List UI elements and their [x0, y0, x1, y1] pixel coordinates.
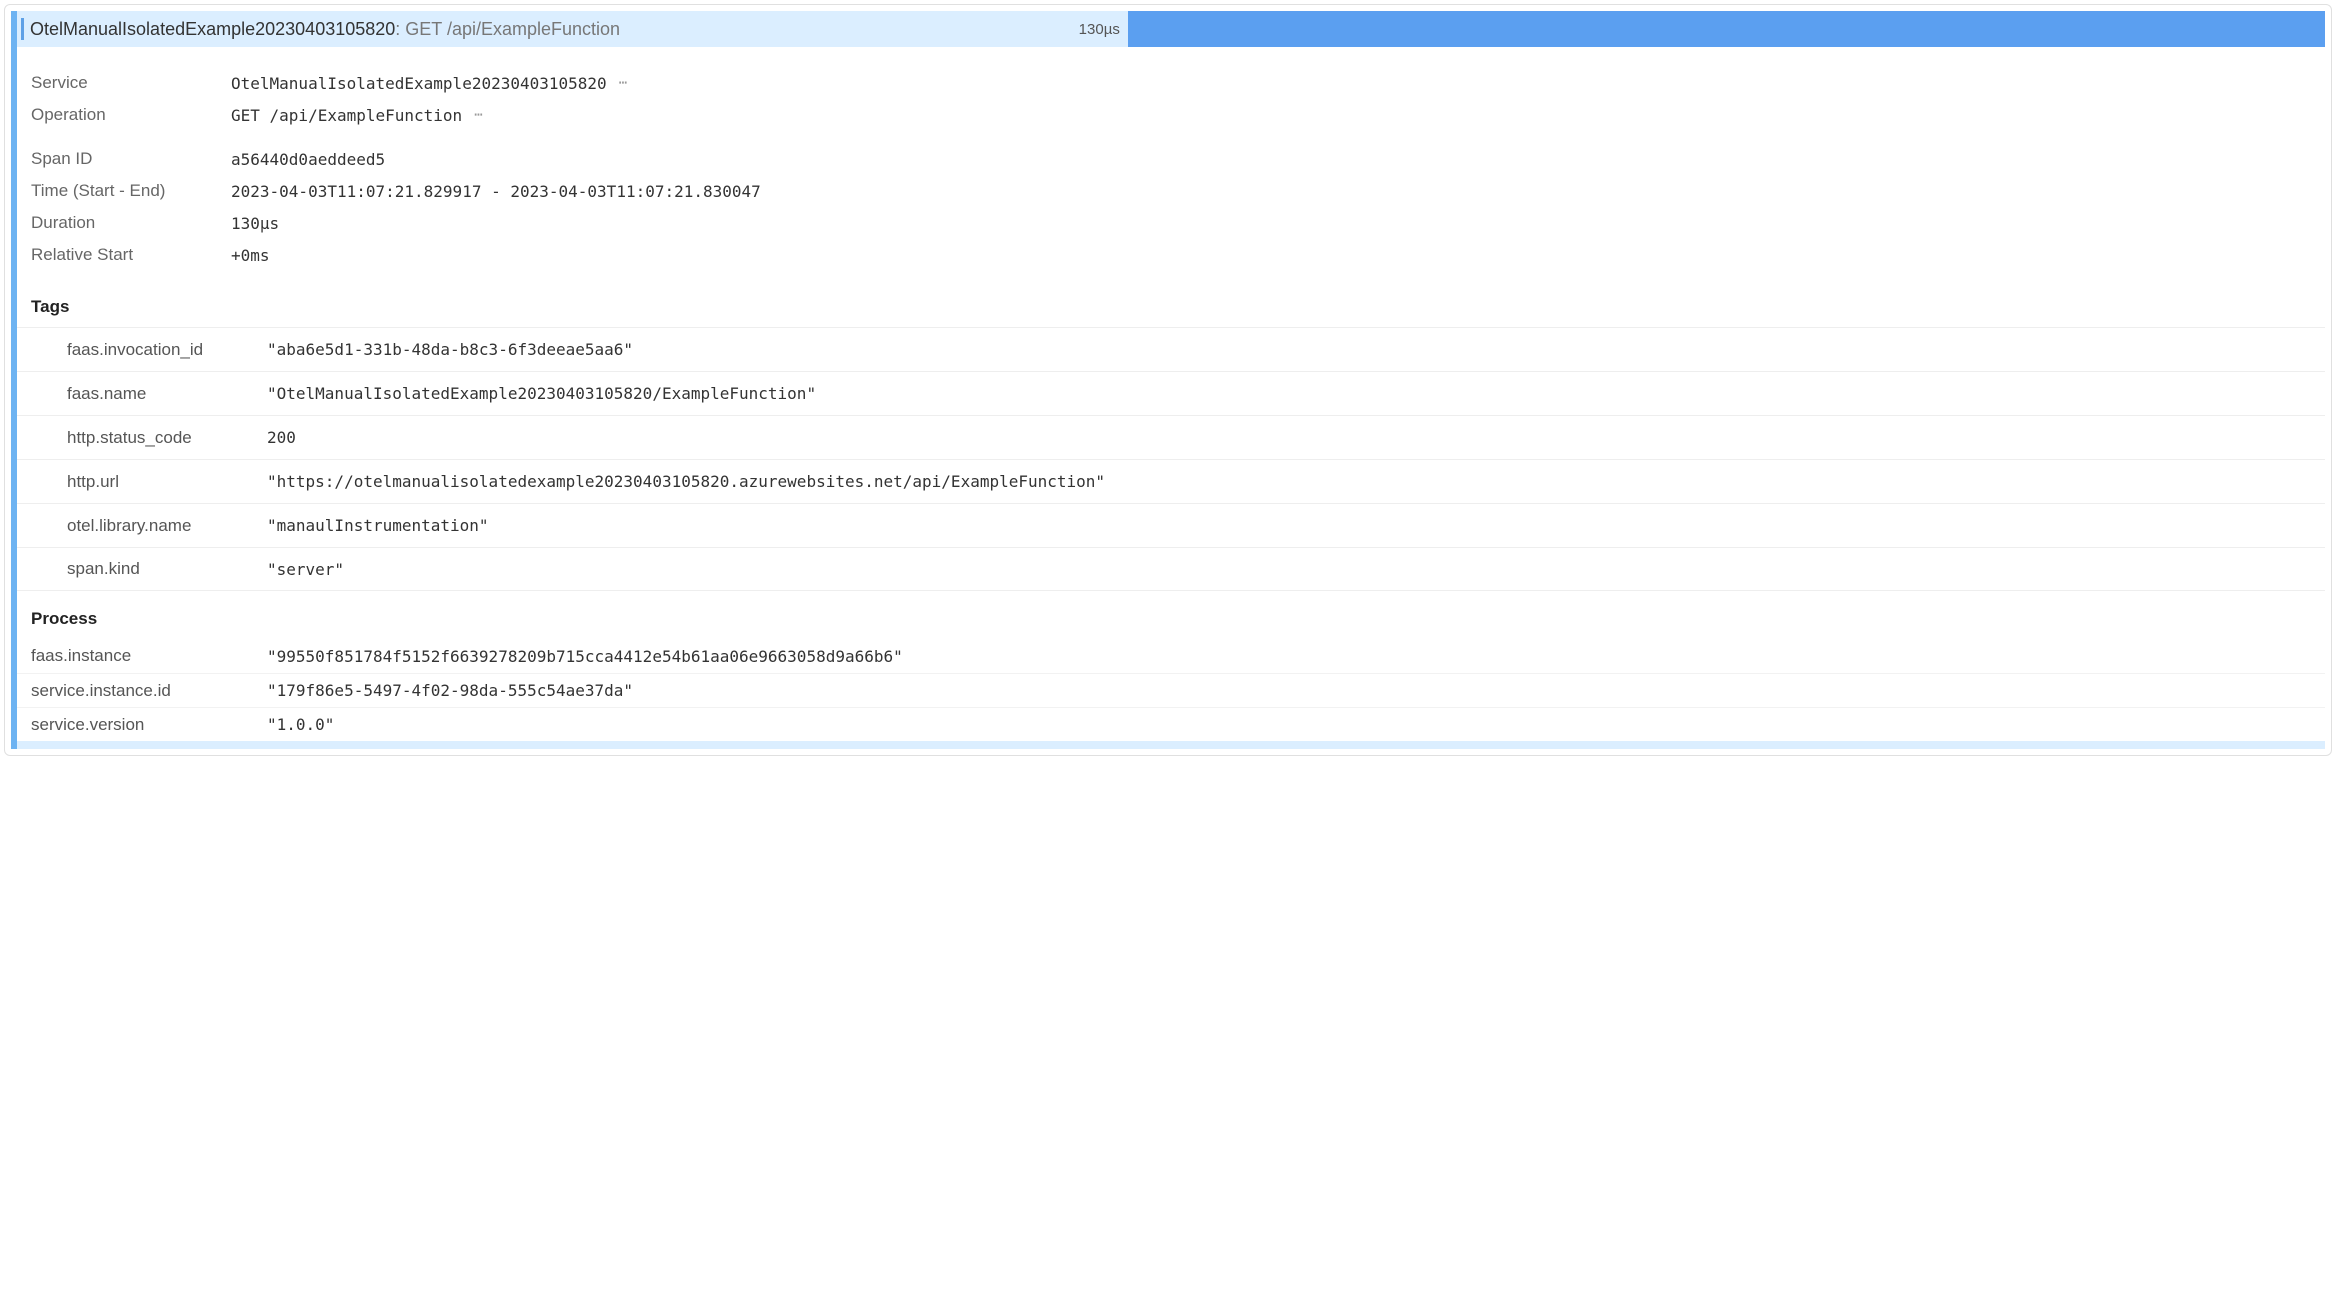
process-key: faas.instance: [17, 646, 267, 666]
tag-value: "OtelManualIsolatedExample20230403105820…: [267, 384, 2325, 403]
overview-operation-row: Operation GET /api/ExampleFunction ⋯: [17, 99, 2325, 131]
tag-key: span.kind: [17, 559, 267, 579]
tag-key: http.status_code: [17, 428, 267, 448]
span-header-row[interactable]: OtelManualIsolatedExample20230403105820:…: [11, 11, 2325, 47]
overview-service-value: OtelManualIsolatedExample20230403105820: [231, 74, 607, 93]
overview-time-value: 2023-04-03T11:07:21.829917 - 2023-04-03T…: [231, 182, 761, 201]
tag-key: faas.name: [17, 384, 267, 404]
process-list: faas.instance"99550f851784f5152f66392782…: [17, 639, 2325, 741]
overview-duration-label: Duration: [17, 213, 231, 233]
overview-operation-label: Operation: [17, 105, 231, 125]
tag-row: faas.invocation_id"aba6e5d1-331b-48da-b8…: [17, 327, 2325, 371]
span-service-name: OtelManualIsolatedExample20230403105820: [30, 19, 395, 39]
span-color-marker: [21, 18, 24, 40]
tag-value: 200: [267, 428, 2325, 447]
process-value: "179f86e5-5497-4f02-98da-555c54ae37da": [267, 681, 2325, 700]
more-icon[interactable]: ⋯: [619, 75, 628, 91]
tag-value: "https://otelmanualisolatedexample202304…: [267, 472, 2325, 491]
overview-service-label: Service: [17, 73, 231, 93]
overview-relstart-value: +0ms: [231, 246, 270, 265]
overview-service-row: Service OtelManualIsolatedExample2023040…: [17, 67, 2325, 99]
overview-duration-row: Duration 130µs: [17, 207, 2325, 239]
tag-value: "aba6e5d1-331b-48da-b8c3-6f3deeae5aa6": [267, 340, 2325, 359]
span-duration-badge: 130µs: [1079, 21, 1128, 38]
overview-duration-value: 130µs: [231, 214, 279, 233]
process-section-title: Process: [17, 591, 2325, 639]
process-row: faas.instance"99550f851784f5152f66392782…: [17, 639, 2325, 673]
tag-key: http.url: [17, 472, 267, 492]
overview-block: Service OtelManualIsolatedExample2023040…: [17, 63, 2325, 139]
tag-row: otel.library.name"manaulInstrumentation": [17, 503, 2325, 547]
tags-list: faas.invocation_id"aba6e5d1-331b-48da-b8…: [17, 327, 2325, 591]
span-header-left: OtelManualIsolatedExample20230403105820:…: [17, 11, 1079, 47]
overview-time-row: Time (Start - End) 2023-04-03T11:07:21.8…: [17, 175, 2325, 207]
span-timeline-bar: [1128, 11, 2325, 47]
tag-row: faas.name"OtelManualIsolatedExample20230…: [17, 371, 2325, 415]
span-detail-panel: Service OtelManualIsolatedExample2023040…: [11, 47, 2325, 741]
process-value: "1.0.0": [267, 715, 2325, 734]
process-row: service.instance.id"179f86e5-5497-4f02-9…: [17, 673, 2325, 707]
overview-time-label: Time (Start - End): [17, 181, 231, 201]
tag-value: "server": [267, 560, 2325, 579]
tag-key: faas.invocation_id: [17, 340, 267, 360]
span-title: OtelManualIsolatedExample20230403105820:…: [30, 19, 620, 40]
overview-spanid-value: a56440d0aeddeed5: [231, 150, 385, 169]
panel-bottom-strip: [11, 741, 2325, 749]
trace-span-detail: OtelManualIsolatedExample20230403105820:…: [4, 4, 2332, 756]
tag-row: http.url"https://otelmanualisolatedexamp…: [17, 459, 2325, 503]
tag-row: span.kind"server": [17, 547, 2325, 591]
tag-value: "manaulInstrumentation": [267, 516, 2325, 535]
process-row: service.version"1.0.0": [17, 707, 2325, 741]
span-operation-name: GET /api/ExampleFunction: [405, 19, 620, 39]
more-icon[interactable]: ⋯: [474, 107, 483, 123]
overview-spanid-label: Span ID: [17, 149, 231, 169]
span-title-sep: :: [395, 19, 405, 39]
tag-key: otel.library.name: [17, 516, 267, 536]
overview-block-2: Span ID a56440d0aeddeed5 Time (Start - E…: [17, 139, 2325, 279]
process-key: service.version: [17, 715, 267, 735]
tag-row: http.status_code200: [17, 415, 2325, 459]
overview-operation-value: GET /api/ExampleFunction: [231, 106, 462, 125]
span-header-right: 130µs: [1079, 11, 2325, 47]
overview-relstart-label: Relative Start: [17, 245, 231, 265]
tags-section-title: Tags: [17, 279, 2325, 327]
process-key: service.instance.id: [17, 681, 267, 701]
overview-relstart-row: Relative Start +0ms: [17, 239, 2325, 271]
process-value: "99550f851784f5152f6639278209b715cca4412…: [267, 647, 2325, 666]
overview-spanid-row: Span ID a56440d0aeddeed5: [17, 143, 2325, 175]
